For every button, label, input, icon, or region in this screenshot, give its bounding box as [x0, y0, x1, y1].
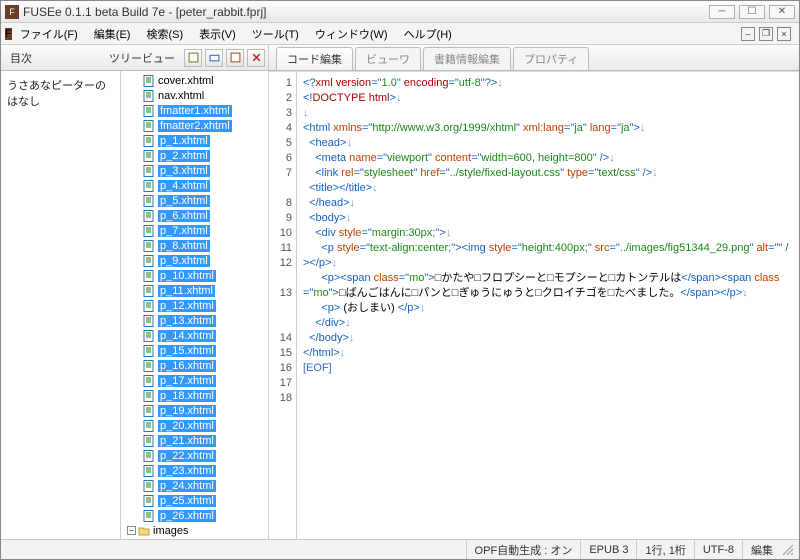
tree-item[interactable]: p_21.xhtml: [121, 433, 268, 448]
tree-item[interactable]: −images: [121, 523, 268, 538]
tree-item[interactable]: p_16.xhtml: [121, 358, 268, 373]
editor-tab-1[interactable]: ビューワ: [355, 47, 421, 70]
tree-delete-icon[interactable]: [247, 49, 265, 67]
code-line-18[interactable]: [EOF]: [303, 361, 793, 376]
tree-item[interactable]: fmatter2.xhtml: [121, 118, 268, 133]
mdi-minimize-button[interactable]: –: [741, 27, 755, 41]
resize-grip[interactable]: [781, 543, 795, 557]
status-opf: OPF自動生成 : オン: [466, 540, 581, 559]
tree-item[interactable]: p_24.xhtml: [121, 478, 268, 493]
tree-item[interactable]: p_26.xhtml: [121, 508, 268, 523]
menu-ファイル(F)[interactable]: ファイル(F): [12, 24, 86, 44]
tree-item[interactable]: p_2.xhtml: [121, 148, 268, 163]
tree-tool-2[interactable]: [205, 49, 223, 67]
toc-panel: うさあなピーターのはなし: [1, 71, 121, 539]
tree-item[interactable]: p_20.xhtml: [121, 418, 268, 433]
editor-tab-0[interactable]: コード編集: [276, 47, 353, 70]
tree-item[interactable]: fmatter1.xhtml: [121, 103, 268, 118]
code-line-9[interactable]: </head>↓: [303, 196, 793, 211]
status-encoding: UTF-8: [694, 540, 742, 559]
menubar: F ファイル(F)編集(E)検索(S)表示(V)ツール(T)ウィンドウ(W)ヘル…: [1, 23, 799, 45]
minimize-button[interactable]: ─: [709, 5, 735, 19]
titlebar: F FUSEe 0.1.1 beta Build 7e - [peter_rab…: [1, 1, 799, 23]
line-gutter: 123456789101112131415161718: [269, 72, 297, 539]
tree-item[interactable]: p_13.xhtml: [121, 313, 268, 328]
tree-panel-label: ツリービュー: [103, 48, 181, 68]
menu-ウィンドウ(W)[interactable]: ウィンドウ(W): [307, 24, 396, 44]
code-line-14[interactable]: <p> (おしまい) </p>↓: [303, 301, 793, 316]
code-line-17[interactable]: </html>↓: [303, 346, 793, 361]
tree-item[interactable]: p_18.xhtml: [121, 388, 268, 403]
editor-tab-2[interactable]: 書籍情報編集: [423, 47, 511, 70]
menu-ツール(T)[interactable]: ツール(T): [244, 24, 307, 44]
code-content[interactable]: <?xml version="1.0" encoding="utf-8"?>↓<…: [297, 72, 799, 539]
toc-item[interactable]: うさあなピーターのはなし: [5, 75, 116, 111]
mdi-close-button[interactable]: ×: [777, 27, 791, 41]
tree-tool-3[interactable]: [226, 49, 244, 67]
menu-ヘルプ(H)[interactable]: ヘルプ(H): [396, 24, 460, 44]
code-line-5[interactable]: <head>↓: [303, 136, 793, 151]
tree-item[interactable]: p_8.xhtml: [121, 238, 268, 253]
code-line-6[interactable]: <meta name="viewport" content="width=600…: [303, 151, 793, 166]
mdi-restore-button[interactable]: ❐: [759, 27, 773, 41]
editor-panel: 123456789101112131415161718 <?xml versio…: [269, 71, 799, 539]
tree-tool-1[interactable]: [184, 49, 202, 67]
tree-item[interactable]: p_14.xhtml: [121, 328, 268, 343]
status-mode: 編集: [742, 540, 781, 559]
tree-item[interactable]: p_7.xhtml: [121, 223, 268, 238]
tree-item[interactable]: p_10.xhtml: [121, 268, 268, 283]
maximize-button[interactable]: ☐: [739, 5, 765, 19]
code-line-1[interactable]: <?xml version="1.0" encoding="utf-8"?>↓: [303, 76, 793, 91]
tree-item[interactable]: p_22.xhtml: [121, 448, 268, 463]
statusbar: OPF自動生成 : オン EPUB 3 1行, 1桁 UTF-8 編集: [1, 539, 799, 559]
menu-検索(S)[interactable]: 検索(S): [138, 24, 191, 44]
toolbar: 目次 ツリービュー コード編集ビューワ書籍情報編集プロパティ: [1, 45, 799, 71]
code-line-2[interactable]: <!DOCTYPE html>↓: [303, 91, 793, 106]
tree-item[interactable]: p_17.xhtml: [121, 373, 268, 388]
tree-item[interactable]: p_11.xhtml: [121, 283, 268, 298]
status-position: 1行, 1桁: [636, 540, 693, 559]
doc-icon: F: [5, 28, 12, 40]
tree-item[interactable]: nav.xhtml: [121, 88, 268, 103]
tree-item[interactable]: p_12.xhtml: [121, 298, 268, 313]
toc-panel-label: 目次: [4, 48, 38, 68]
workspace: うさあなピーターのはなし cover.xhtmlnav.xhtmlfmatter…: [1, 71, 799, 539]
code-line-4[interactable]: <html xmlns="http://www.w3.org/1999/xhtm…: [303, 121, 793, 136]
code-line-12[interactable]: <p style="text-align:center;"><img style…: [303, 241, 793, 271]
code-editor[interactable]: 123456789101112131415161718 <?xml versio…: [269, 71, 799, 539]
tree-item[interactable]: p_9.xhtml: [121, 253, 268, 268]
window-title: FUSEe 0.1.1 beta Build 7e - [peter_rabbi…: [23, 5, 709, 19]
code-line-10[interactable]: <body>↓: [303, 211, 793, 226]
code-line-3[interactable]: ↓: [303, 106, 793, 121]
tree-item[interactable]: p_4.xhtml: [121, 178, 268, 193]
tree-panel[interactable]: cover.xhtmlnav.xhtmlfmatter1.xhtmlfmatte…: [121, 71, 269, 539]
tree-item[interactable]: p_25.xhtml: [121, 493, 268, 508]
code-line-16[interactable]: </body>↓: [303, 331, 793, 346]
app-icon: F: [5, 5, 19, 19]
code-line-7[interactable]: <link rel="stylesheet" href="../style/fi…: [303, 166, 793, 181]
code-line-13[interactable]: <p><span class="mo">□かたや□フロプシーと□モプシーと□カト…: [303, 271, 793, 301]
editor-tab-3[interactable]: プロパティ: [513, 47, 589, 70]
tree-item[interactable]: p_19.xhtml: [121, 403, 268, 418]
tree-item[interactable]: p_3.xhtml: [121, 163, 268, 178]
tree-item[interactable]: p_15.xhtml: [121, 343, 268, 358]
close-button[interactable]: ✕: [769, 5, 795, 19]
tree-item[interactable]: p_23.xhtml: [121, 463, 268, 478]
code-line-8[interactable]: <title></title>↓: [303, 181, 793, 196]
code-line-11[interactable]: <div style="margin:30px;">↓: [303, 226, 793, 241]
status-epub: EPUB 3: [580, 540, 636, 559]
tree-item[interactable]: p_1.xhtml: [121, 133, 268, 148]
code-line-15[interactable]: </div>↓: [303, 316, 793, 331]
menu-表示(V)[interactable]: 表示(V): [191, 24, 244, 44]
tree-item[interactable]: p_6.xhtml: [121, 208, 268, 223]
menu-編集(E)[interactable]: 編集(E): [86, 24, 139, 44]
tree-item[interactable]: cover.xhtml: [121, 73, 268, 88]
tree-item[interactable]: p_5.xhtml: [121, 193, 268, 208]
